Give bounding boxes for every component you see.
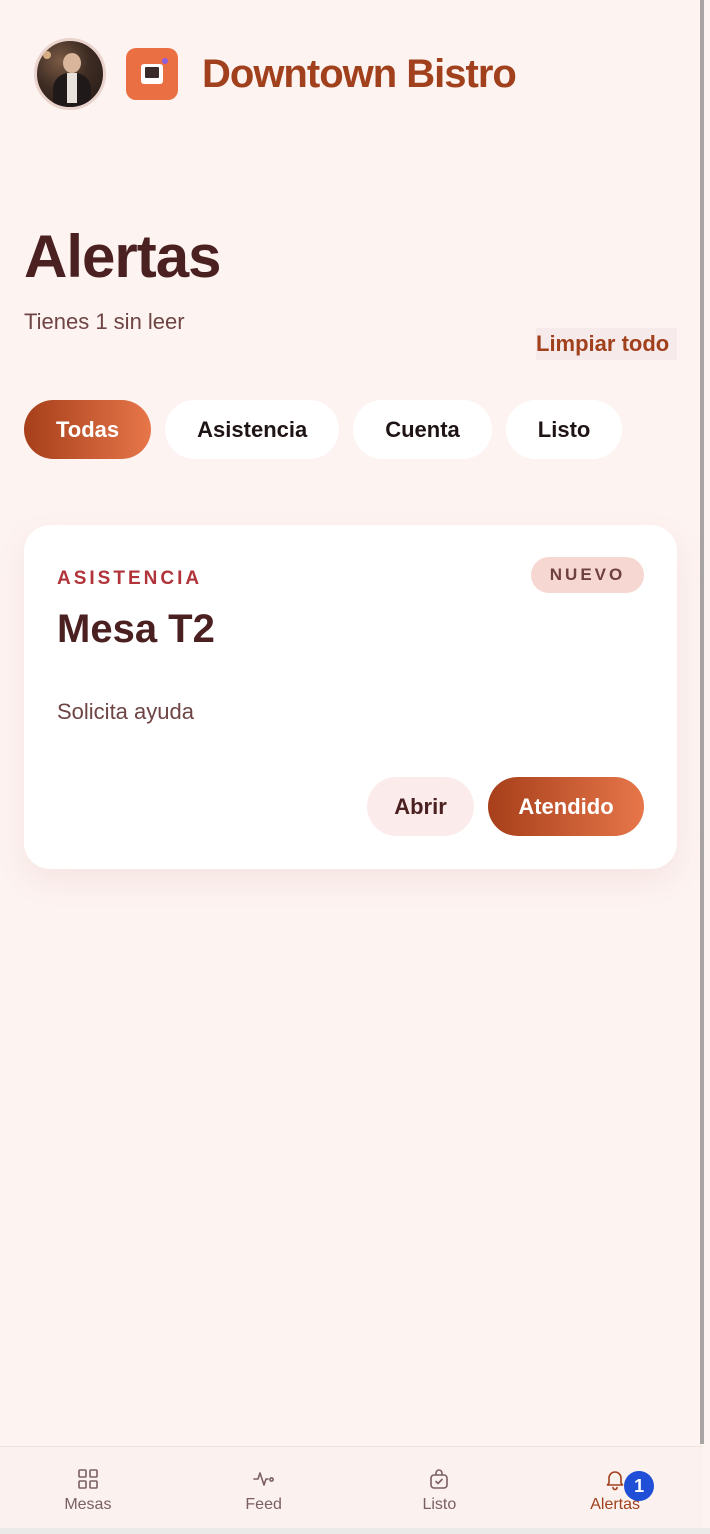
filter-asistencia[interactable]: Asistencia: [165, 400, 340, 459]
filter-chips: Todas Asistencia Cuenta Listo: [24, 400, 623, 459]
nav-label-listo: Listo: [422, 1496, 457, 1513]
scrollbar[interactable]: [700, 0, 704, 1444]
avatar-lamp: [43, 51, 51, 59]
grid-icon: [78, 1469, 98, 1489]
brand-name: Downtown Bistro: [202, 51, 517, 96]
nav-feed[interactable]: Feed: [176, 1447, 352, 1528]
clear-all-button[interactable]: Limpiar todo: [536, 328, 677, 360]
filter-todas[interactable]: Todas: [24, 400, 152, 459]
open-button[interactable]: Abrir: [367, 777, 474, 836]
register-screen: [141, 64, 163, 84]
attended-button[interactable]: Atendido: [488, 777, 644, 836]
avatar-head: [63, 53, 81, 73]
unread-count: Tienes 1 sin leer: [24, 309, 185, 334]
avatar[interactable]: [34, 38, 106, 110]
avatar-shirt: [67, 73, 77, 103]
page-title: Alertas: [24, 223, 221, 290]
nav-listo[interactable]: Listo: [352, 1447, 528, 1528]
register-dot: [162, 58, 168, 64]
alert-title: Mesa T2: [57, 607, 215, 651]
register-icon: [126, 48, 178, 100]
nav-alertas[interactable]: Alertas 1: [527, 1447, 703, 1528]
alert-card: ASISTENCIA NUEVO Mesa T2 Solicita ayuda …: [24, 525, 677, 869]
alert-type: ASISTENCIA: [57, 568, 203, 589]
nav-label-mesas: Mesas: [64, 1496, 112, 1513]
nav-label-feed: Feed: [245, 1496, 282, 1513]
filter-listo[interactable]: Listo: [505, 400, 623, 459]
bottom-nav: Mesas Feed Listo Alertas 1: [0, 1446, 703, 1528]
app-screen: Downtown Bistro Alertas Tienes 1 sin lee…: [0, 0, 710, 1534]
activity-icon: [252, 1472, 274, 1486]
nav-mesas[interactable]: Mesas: [0, 1447, 176, 1528]
filter-cuenta[interactable]: Cuenta: [353, 400, 492, 459]
alerts-count-badge: 1: [624, 1471, 655, 1501]
header: Downtown Bistro: [34, 38, 517, 110]
new-badge: NUEVO: [531, 557, 644, 593]
bag-check-icon: [430, 1469, 449, 1489]
alert-description: Solicita ayuda: [57, 699, 194, 724]
bottom-strip: [0, 1528, 710, 1534]
